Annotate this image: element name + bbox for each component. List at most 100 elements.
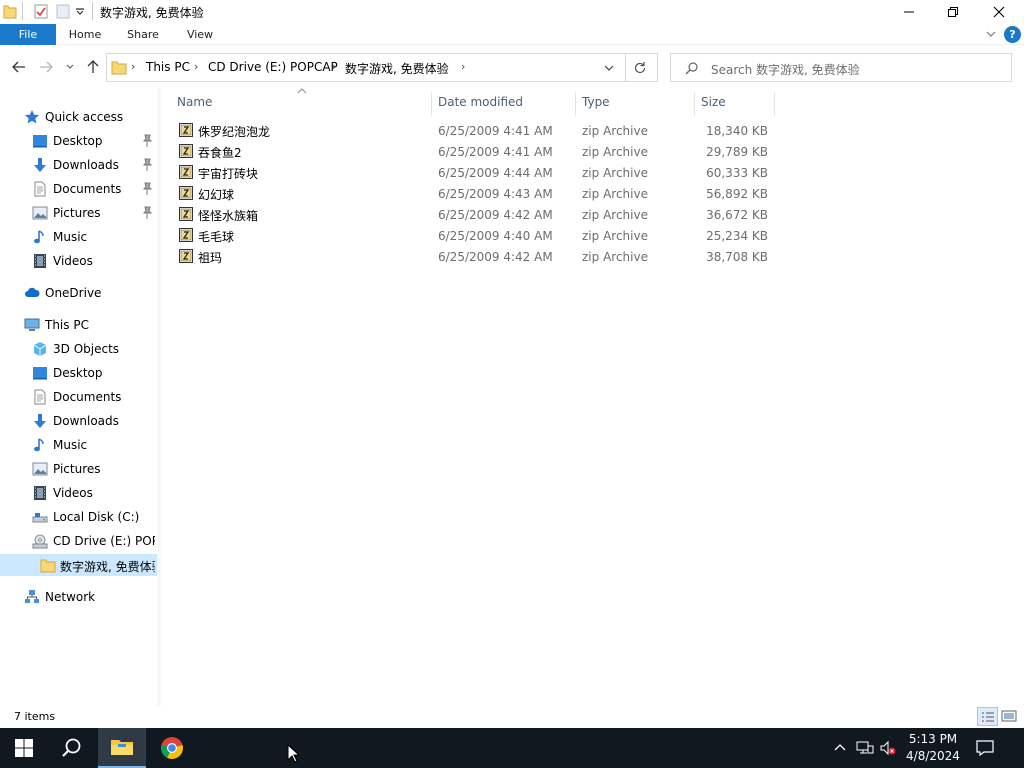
music-note-icon bbox=[32, 437, 48, 453]
tab-share[interactable]: Share bbox=[120, 24, 166, 45]
restore-button[interactable] bbox=[930, 0, 976, 24]
back-button[interactable] bbox=[9, 58, 29, 76]
tab-home[interactable]: Home bbox=[62, 24, 108, 45]
file-row[interactable]: 幻幻球 6/25/2009 4:43 AM zip Archive 56,892… bbox=[171, 183, 781, 204]
address-divider bbox=[625, 54, 626, 81]
breadcrumb-separator-icon[interactable]: › bbox=[332, 60, 336, 73]
file-size: 18,340 KB bbox=[706, 124, 768, 138]
notifications-icon[interactable] bbox=[976, 739, 994, 757]
breadcrumb-this-pc[interactable]: This PC bbox=[146, 60, 190, 74]
pin-icon[interactable] bbox=[141, 134, 153, 148]
forward-button[interactable] bbox=[36, 58, 56, 76]
nav-pc-desktop[interactable]: Desktop bbox=[0, 362, 157, 384]
clock-time[interactable]: 5:13 PM bbox=[908, 732, 958, 746]
nav-cd-drive[interactable]: CD Drive (E:) POPCAP bbox=[0, 530, 157, 552]
nav-quick-access[interactable]: Quick access bbox=[0, 106, 157, 128]
breadcrumb-separator-icon[interactable]: › bbox=[461, 60, 465, 73]
search-input[interactable]: Search 数字游戏, 免费体验 bbox=[711, 61, 860, 78]
nav-3d-objects[interactable]: 3D Objects bbox=[0, 338, 157, 360]
breadcrumb-cd-drive[interactable]: CD Drive (E:) POPCAP bbox=[208, 60, 338, 74]
file-type: zip Archive bbox=[582, 124, 648, 138]
file-row[interactable]: 吞食鱼2 6/25/2009 4:41 AM zip Archive 29,78… bbox=[171, 141, 781, 162]
column-header-name[interactable]: Name bbox=[171, 92, 432, 116]
breadcrumb-separator-icon[interactable]: › bbox=[194, 60, 198, 73]
back-arrow-icon bbox=[12, 61, 25, 73]
nav-pc-downloads[interactable]: Downloads bbox=[0, 410, 157, 432]
help-icon[interactable]: ? bbox=[1004, 26, 1021, 43]
new-folder-icon[interactable] bbox=[56, 3, 70, 19]
nav-quick-downloads[interactable]: Downloads bbox=[0, 154, 157, 176]
search-box[interactable]: Search 数字游戏, 免费体验 bbox=[670, 53, 1012, 82]
file-row[interactable]: 侏罗纪泡泡龙 6/25/2009 4:41 AM zip Archive 18,… bbox=[171, 120, 781, 141]
breadcrumb-separator-icon[interactable]: › bbox=[131, 60, 135, 73]
nav-pc-videos[interactable]: Videos bbox=[0, 482, 157, 504]
nav-quick-desktop[interactable]: Desktop bbox=[0, 130, 157, 152]
file-name: 祖玛 bbox=[198, 251, 223, 265]
file-row[interactable]: 怪怪水族箱 6/25/2009 4:42 AM zip Archive 36,6… bbox=[171, 204, 781, 225]
customize-qat-icon[interactable] bbox=[75, 6, 85, 16]
up-button[interactable] bbox=[83, 58, 103, 76]
start-button[interactable] bbox=[0, 728, 48, 768]
download-arrow-icon bbox=[32, 413, 48, 429]
minimize-button[interactable] bbox=[886, 0, 932, 24]
zip-archive-icon bbox=[178, 206, 194, 222]
documents-icon bbox=[32, 181, 48, 197]
file-date: 6/25/2009 4:44 AM bbox=[438, 166, 553, 180]
nav-pc-pictures[interactable]: Pictures bbox=[0, 458, 157, 480]
properties-icon[interactable] bbox=[33, 3, 49, 19]
file-type: zip Archive bbox=[582, 145, 648, 159]
large-icons-view-button[interactable] bbox=[1001, 709, 1017, 723]
restore-icon bbox=[948, 7, 958, 17]
file-row[interactable]: 毛毛球 6/25/2009 4:40 AM zip Archive 25,234… bbox=[171, 225, 781, 246]
file-row[interactable]: 祖玛 6/25/2009 4:42 AM zip Archive 38,708 … bbox=[171, 246, 781, 267]
nav-quick-videos[interactable]: Videos bbox=[0, 250, 157, 272]
nav-current-folder[interactable]: 数字游戏, 免费体验 bbox=[0, 554, 157, 576]
pin-icon[interactable] bbox=[141, 206, 153, 220]
nav-quick-pictures[interactable]: Pictures bbox=[0, 202, 157, 224]
expand-ribbon-icon[interactable] bbox=[985, 28, 997, 40]
nav-quick-documents[interactable]: Documents bbox=[0, 178, 157, 200]
volume-muted-icon[interactable] bbox=[879, 740, 897, 756]
taskbar-file-explorer[interactable] bbox=[98, 728, 146, 768]
documents-icon bbox=[32, 389, 48, 405]
pin-icon[interactable] bbox=[141, 158, 153, 172]
status-bar: 7 items bbox=[0, 706, 1024, 728]
file-size: 36,672 KB bbox=[706, 208, 768, 222]
zip-archive-icon bbox=[178, 143, 194, 159]
column-header-type[interactable]: Type bbox=[576, 92, 695, 116]
nav-label: This PC bbox=[45, 318, 89, 332]
column-header-size[interactable]: Size bbox=[695, 92, 775, 116]
column-header-date[interactable]: Date modified bbox=[432, 92, 576, 116]
pin-icon[interactable] bbox=[141, 182, 153, 196]
file-explorer-icon bbox=[111, 740, 133, 755]
tab-view[interactable]: View bbox=[177, 24, 223, 45]
file-row[interactable]: 宇宙打砖块 6/25/2009 4:44 AM zip Archive 60,3… bbox=[171, 162, 781, 183]
refresh-icon[interactable] bbox=[633, 61, 647, 75]
recent-locations-button[interactable] bbox=[63, 58, 77, 76]
address-bar[interactable]: › This PC › CD Drive (E:) POPCAP › 数字游戏,… bbox=[106, 53, 658, 82]
mouse-cursor-icon bbox=[287, 744, 299, 763]
nav-pc-music[interactable]: Music bbox=[0, 434, 157, 456]
clock-date[interactable]: 4/8/2024 bbox=[905, 749, 961, 763]
file-date: 6/25/2009 4:40 AM bbox=[438, 229, 553, 243]
taskbar-search-button[interactable] bbox=[48, 728, 96, 768]
address-history-icon[interactable] bbox=[603, 63, 615, 73]
nav-network[interactable]: Network bbox=[0, 586, 157, 608]
details-view-button[interactable] bbox=[977, 707, 998, 726]
breadcrumb-current-folder[interactable]: 数字游戏, 免费体验 bbox=[345, 60, 449, 77]
nav-onedrive[interactable]: OneDrive bbox=[0, 282, 157, 304]
file-date: 6/25/2009 4:41 AM bbox=[438, 145, 553, 159]
nav-pc-documents[interactable]: Documents bbox=[0, 386, 157, 408]
nav-quick-music[interactable]: Music bbox=[0, 226, 157, 248]
nav-local-disk[interactable]: Local Disk (C:) bbox=[0, 506, 157, 528]
folder-icon bbox=[40, 557, 56, 573]
desktop-icon bbox=[32, 133, 48, 149]
network-status-icon[interactable] bbox=[856, 740, 874, 756]
film-icon bbox=[32, 253, 48, 269]
taskbar-chrome[interactable] bbox=[148, 728, 196, 768]
nav-this-pc[interactable]: This PC bbox=[0, 314, 157, 336]
nav-label: Downloads bbox=[53, 414, 119, 428]
show-hidden-icons-icon[interactable] bbox=[833, 741, 847, 753]
close-button[interactable] bbox=[976, 0, 1022, 24]
tab-file[interactable]: File bbox=[0, 24, 56, 45]
